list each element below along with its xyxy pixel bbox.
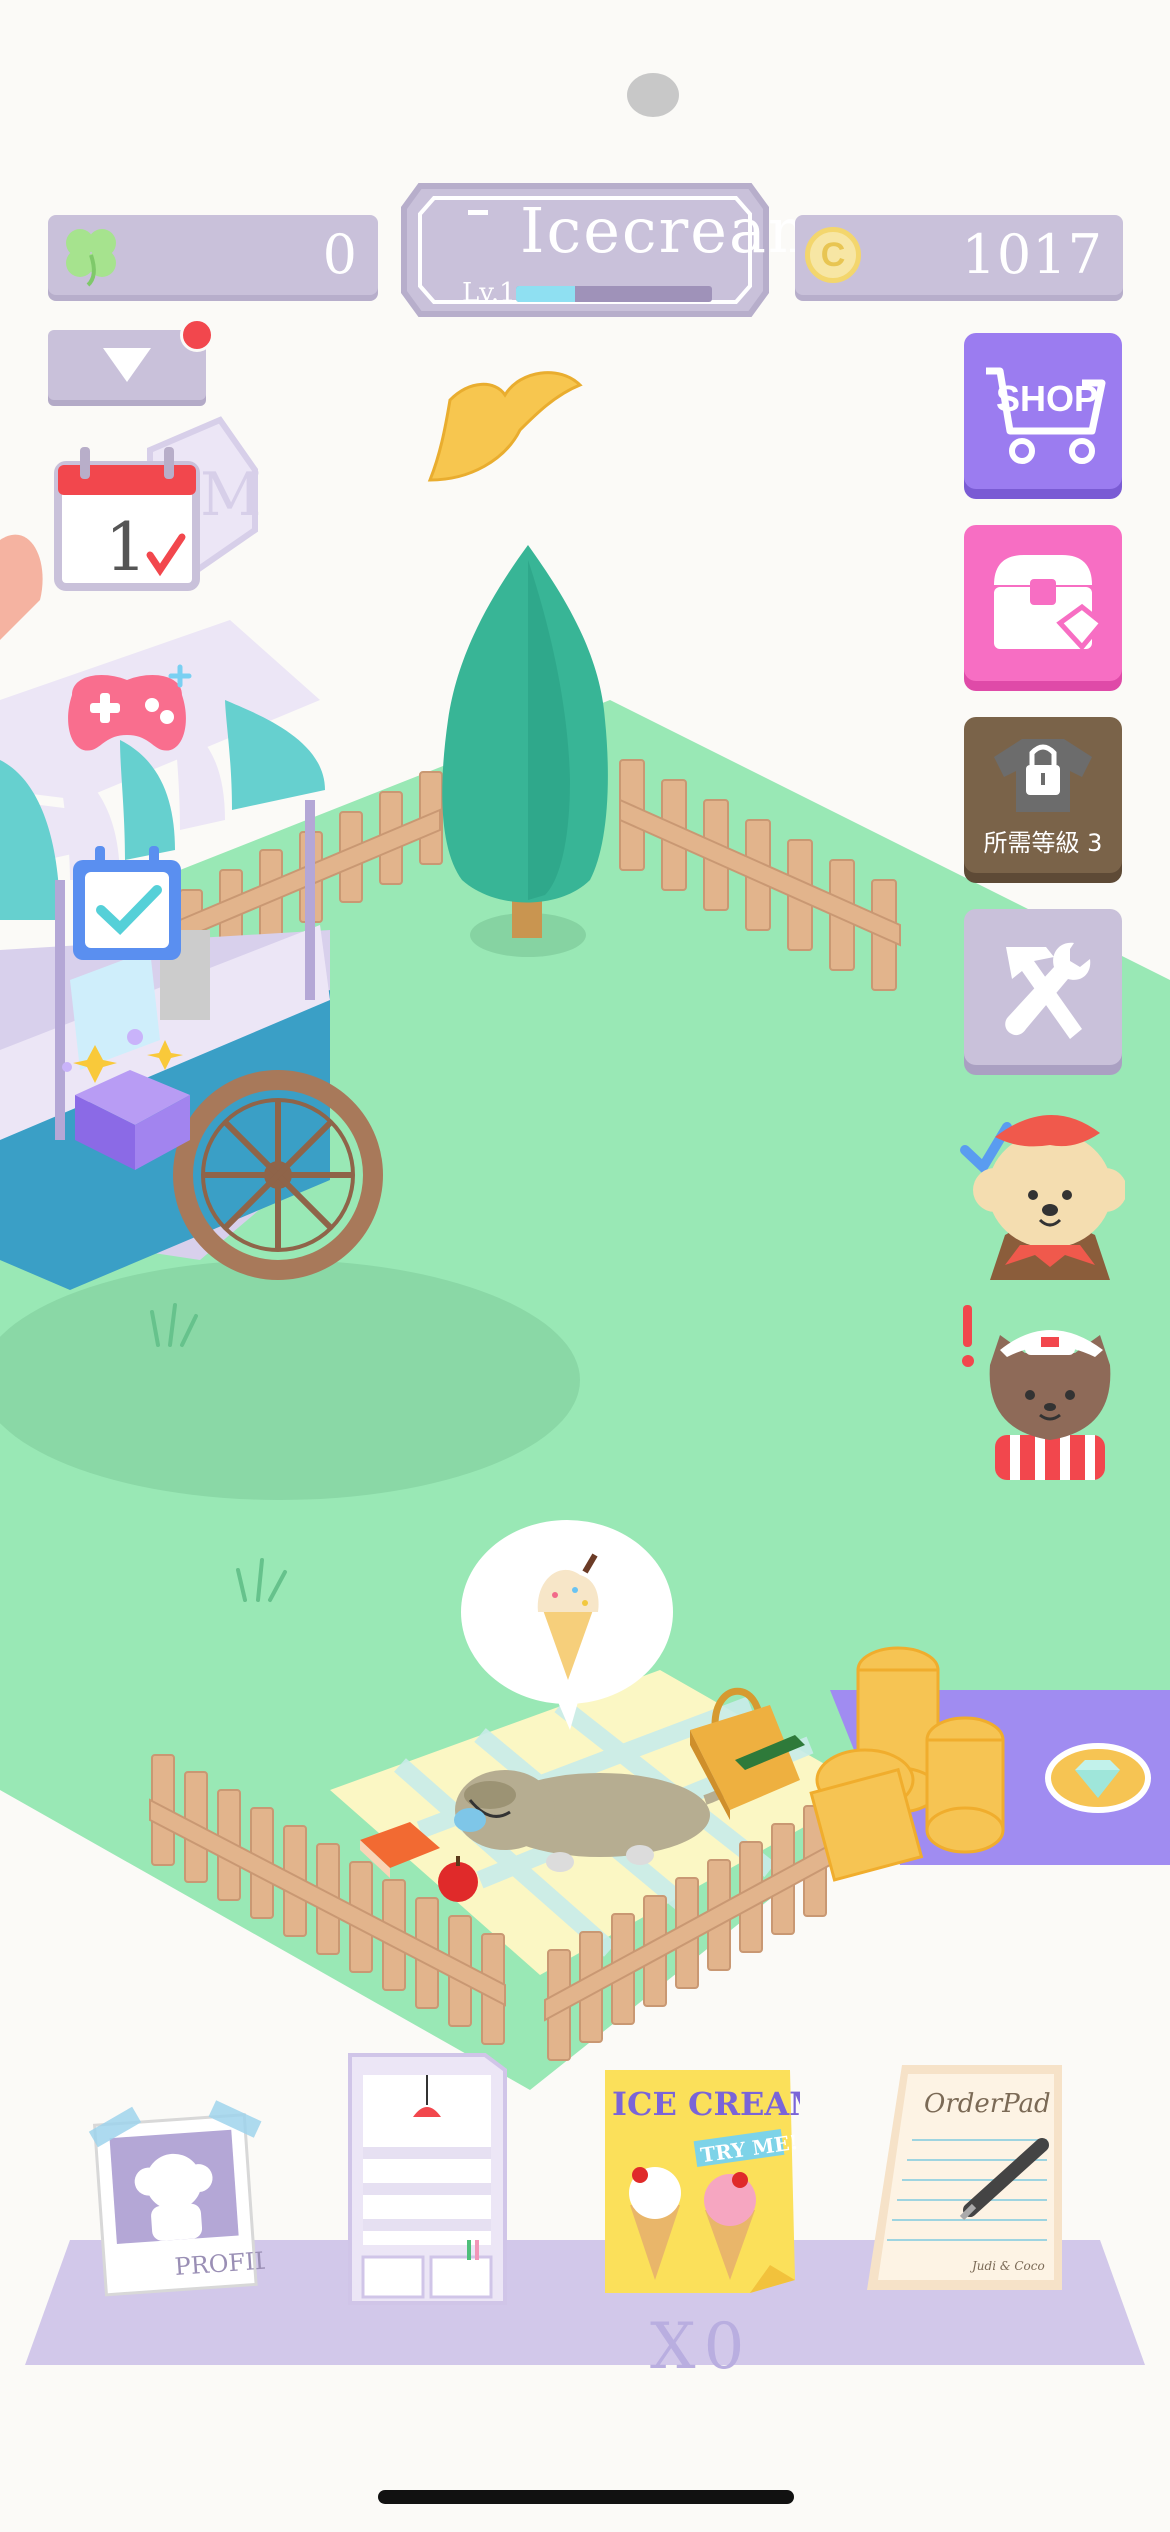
svg-text:OrderPad: OrderPad [924,2089,1051,2119]
profile-polaroid-icon: PROFILE [88,2100,289,2297]
notification-dot [180,318,214,352]
lock-icon [994,739,1092,812]
gift-box-button[interactable] [55,1015,205,1175]
coin-icon: C [805,227,861,283]
tasks-button[interactable] [65,840,190,965]
xp-progress-fill [516,286,575,302]
minigame-button[interactable] [52,655,202,765]
home-indicator[interactable] [378,2490,794,2504]
rock [627,73,679,117]
treasure-chest-icon [994,555,1106,651]
customer-dog-avatar[interactable] [955,1095,1127,1285]
poster-icon: ICE CREAM TRY ME! [605,2070,825,2293]
clover-icon [66,229,116,287]
hammer-wrench-icon [1005,942,1091,1039]
tools-button[interactable] [964,909,1122,1065]
shop-button[interactable]: SHOP [964,333,1122,489]
diamond-coin-icon [1045,1743,1151,1813]
order-pad-button[interactable]: OrderPad Judi & Coco [862,2060,1072,2300]
locked-wardrobe-button[interactable]: 所需等級 3 [964,717,1122,873]
clover-count: 0 [322,223,358,286]
checklist-icon [73,846,181,960]
shop-name: Icecream [520,194,829,267]
profile-photo-button[interactable]: PROFILE [80,2100,289,2300]
required-level-label: 所需等級 3 [983,829,1103,857]
gift-box-icon [62,1029,190,1170]
clover-counter: 0 [48,215,378,295]
svg-text:1: 1 [105,509,147,586]
chevron-down-icon [103,348,151,382]
treasure-chest-button[interactable] [964,525,1122,681]
svg-text:ICE CREAM: ICE CREAM [612,2085,800,2123]
svg-text:Judi & Coco: Judi & Coco [969,2259,1045,2273]
cat-cook-icon [962,1305,1111,1480]
order-pad-icon: OrderPad Judi & Coco [867,2065,1062,2290]
title-dash [468,210,488,215]
daily-calendar-button[interactable]: 1 [50,445,205,595]
shop-title-plate[interactable]: Icecream Lv.1 [400,180,827,320]
level-label: Lv.1 [462,278,516,308]
coin-counter: C 1017 [795,215,1123,295]
dog-chef-icon [960,1114,1127,1280]
svg-text:M: M [200,460,261,530]
shopping-cart-icon: SHOP [986,367,1106,464]
tray-item-count: X0 [650,2310,753,2384]
ice-cream-poster-button[interactable]: ICE CREAM TRY ME! [600,2065,825,2300]
calendar-icon: 1 [54,447,200,591]
display-cabinet-button[interactable] [345,2035,510,2305]
cabinet-icon [348,2053,507,2305]
customer-cat-avatar[interactable] [955,1295,1125,1485]
coin-count: 1017 [961,223,1103,286]
xp-progress-bar [516,286,712,302]
gamepad-icon [68,664,192,751]
cart-wheel [173,1070,383,1280]
banana-peel [427,371,583,482]
